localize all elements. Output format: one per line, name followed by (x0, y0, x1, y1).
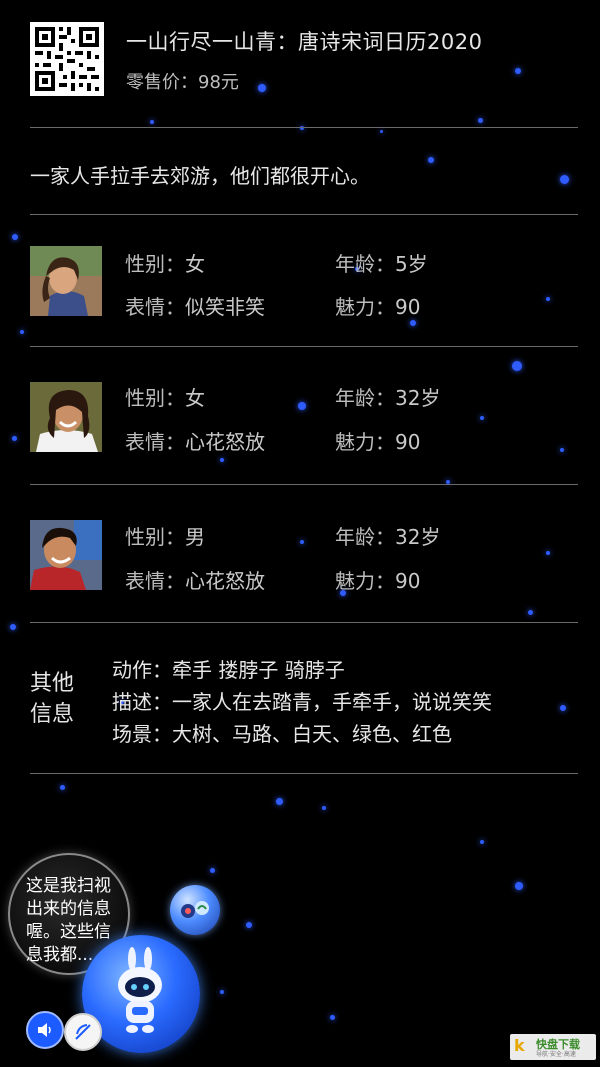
scene-line: 场景：大树、马路、白天、绿色、红色 (112, 722, 452, 746)
qr-code-icon[interactable] (30, 22, 104, 96)
gender-field: 性别：女 (125, 386, 205, 410)
expression-field: 表情：心花怒放 (125, 569, 265, 593)
mini-orb-icon (181, 901, 209, 918)
gender-value: 女 (185, 386, 205, 410)
scene-description: 一家人手拉手去郊游，他们都很开心。 (30, 164, 370, 188)
age-value: 5岁 (395, 252, 428, 276)
other-info-title: 其他 信息 (30, 671, 75, 727)
watermark-sub: 导航·安全·高速 (536, 1051, 576, 1058)
gender-field: 性别：男 (125, 525, 205, 549)
expression-field: 表情：心花怒放 (125, 430, 265, 454)
charm-field: 魅力：90 (335, 430, 421, 454)
expression-value: 心花怒放 (185, 569, 265, 593)
divider (30, 622, 578, 623)
age-field: 年龄：32岁 (335, 386, 441, 410)
speaker-icon (38, 1023, 51, 1037)
mini-orb-button[interactable] (170, 885, 220, 935)
mute-button[interactable] (64, 1013, 102, 1051)
divider (30, 773, 578, 774)
charm-field: 魅力：90 (335, 569, 421, 593)
age-field: 年龄：5岁 (335, 252, 428, 276)
avatar-girl (30, 246, 102, 316)
expression-value: 似笑非笑 (185, 295, 265, 319)
person-card-2: 性别：女 年龄：32岁 表情：心花怒放 魅力：90 (30, 380, 578, 460)
price-value: 98元 (198, 72, 239, 93)
sound-button[interactable] (26, 1011, 64, 1049)
charm-field: 魅力：90 (335, 295, 421, 319)
charm-value: 90 (395, 430, 421, 454)
person-card-1: 性别：女 年龄：5岁 表情：似笑非笑 魅力：90 (30, 244, 578, 324)
divider (30, 346, 578, 347)
avatar-man (30, 520, 102, 590)
person-card-3: 性别：男 年龄：32岁 表情：心花怒放 魅力：90 (30, 518, 578, 598)
avatar-woman (30, 382, 102, 452)
describe-line: 描述：一家人在去踏青，手牵手，说说笑笑 (112, 690, 492, 714)
age-value: 32岁 (395, 386, 441, 410)
price-label: 零售价： (126, 72, 198, 93)
gender-value: 男 (185, 525, 205, 549)
expression-value: 心花怒放 (185, 430, 265, 454)
charm-value: 90 (395, 295, 421, 319)
mute-icon (75, 1024, 91, 1040)
site-watermark: k 快盘下载 导航·安全·高速 (510, 1034, 596, 1060)
age-value: 32岁 (395, 525, 441, 549)
charm-value: 90 (395, 569, 421, 593)
divider (30, 214, 578, 215)
product-title: 一山行尽一山青：唐诗宋词日历2020 (126, 30, 483, 54)
age-field: 年龄：32岁 (335, 525, 441, 549)
gender-field: 性别：女 (125, 252, 205, 276)
gender-value: 女 (185, 252, 205, 276)
other-info-section: 其他 信息 动作：牵手 搂脖子 骑脖子 描述：一家人在去踏青，手牵手，说说笑笑 … (30, 640, 578, 760)
watermark-logo: k (514, 1036, 525, 1055)
product-header: 一山行尽一山青：唐诗宋词日历2020 零售价：98元 (30, 22, 578, 96)
price-row: 零售价：98元 (126, 68, 239, 94)
divider (30, 127, 578, 128)
action-line: 动作：牵手 搂脖子 骑脖子 (112, 658, 345, 682)
expression-field: 表情：似笑非笑 (125, 295, 265, 319)
divider (30, 484, 578, 485)
